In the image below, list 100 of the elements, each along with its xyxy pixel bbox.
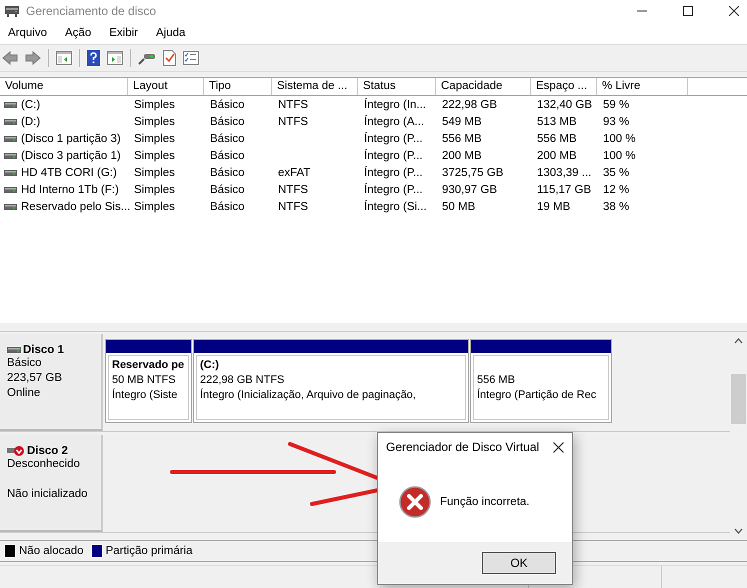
legend-label: Não alocado: [19, 545, 84, 557]
table-cell: 38 %: [603, 200, 630, 212]
table-cell: 115,17 GB: [537, 184, 592, 196]
table-cell: 222,98 GB: [442, 98, 497, 110]
column-header[interactable]: Tipo: [204, 78, 272, 95]
table-cell: Simples: [134, 166, 175, 178]
table-cell: Básico: [210, 132, 245, 144]
partition-size: 50 MB NTFS: [112, 373, 177, 388]
table-cell: Hd Interno 1Tb (F:): [21, 184, 119, 196]
partition-size: 222,98 GB NTFS: [200, 373, 286, 388]
disk-info: Não inicializado: [7, 487, 89, 502]
table-cell: 100 %: [603, 150, 636, 162]
column-header[interactable]: Sistema de ...: [272, 78, 358, 95]
action-pane-icon[interactable]: [107, 51, 123, 65]
column-header[interactable]: Layout: [128, 78, 204, 95]
table-cell: 100 %: [603, 132, 636, 144]
column-header[interactable]: % Livre: [597, 78, 688, 95]
table-cell: Íntegro (Si...: [364, 200, 427, 212]
table-cell: Simples: [134, 116, 175, 128]
partition-block[interactable]: Reservado pe 50 MB NTFS Íntegro (Siste: [105, 339, 192, 423]
drive-icon: [4, 118, 17, 124]
table-cell: Básico: [210, 98, 245, 110]
ok-button[interactable]: OK: [482, 552, 556, 574]
column-header[interactable]: Status: [358, 78, 436, 95]
close-icon[interactable]: [553, 442, 564, 452]
column-header[interactable]: Espaço ...: [531, 78, 597, 95]
table-cell: exFAT: [278, 166, 310, 178]
table-cell: Reservado pelo Sis...: [21, 200, 130, 212]
partition-status: Íntegro (Partição de Rec: [477, 388, 598, 403]
table-cell: 1303,39 ...: [537, 166, 592, 178]
table-cell: (C:): [21, 98, 40, 110]
maximize-icon[interactable]: [683, 6, 693, 16]
disk-name: Disco 2: [27, 445, 68, 457]
connect-icon[interactable]: [138, 51, 156, 65]
table-cell: 12 %: [603, 184, 630, 196]
table-cell: HD 4TB CORI (G:): [21, 166, 117, 178]
table-cell: Íntegro (P...: [364, 150, 423, 162]
menu-item[interactable]: Ajuda: [156, 27, 186, 39]
scroll-down-icon[interactable]: [734, 528, 743, 534]
table-cell: NTFS: [278, 200, 308, 212]
table-cell: 50 MB: [442, 200, 476, 212]
table-cell: Simples: [134, 184, 175, 196]
window-title: Gerenciamento de disco: [26, 4, 156, 18]
drive-error-icon: [7, 445, 25, 457]
table-cell: 556 MB: [537, 132, 577, 144]
drive-icon: [4, 152, 17, 158]
table-cell: Básico: [210, 184, 245, 196]
table-cell: Íntegro (P...: [364, 184, 423, 196]
table-cell: 3725,75 GB: [442, 166, 504, 178]
disk-drive-icon: [4, 4, 20, 18]
column-header[interactable]: Capacidade: [436, 78, 531, 95]
disk-info: 223,57 GB: [7, 371, 63, 386]
table-cell: 59 %: [603, 98, 630, 110]
menu-item[interactable]: Arquivo: [8, 27, 47, 39]
column-header[interactable]: Volume: [0, 78, 128, 95]
disk-info: Desconhecido: [7, 457, 81, 472]
partition-status: Íntegro (Siste: [112, 388, 178, 403]
table-cell: 200 MB: [442, 150, 482, 162]
back-arrow-icon[interactable]: [2, 51, 18, 65]
drive-icon: [7, 347, 21, 353]
scroll-thumb[interactable]: [731, 374, 746, 424]
scroll-up-icon[interactable]: [734, 338, 743, 344]
partition-block[interactable]: 556 MB Íntegro (Partição de Rec: [470, 339, 612, 423]
table-cell: Íntegro (In...: [364, 98, 426, 110]
table-cell: 556 MB: [442, 132, 482, 144]
close-icon[interactable]: [729, 6, 739, 16]
drive-icon: [4, 170, 17, 176]
console-tree-icon[interactable]: [56, 51, 72, 65]
table-cell: 930,97 GB: [442, 184, 497, 196]
help-icon[interactable]: [87, 50, 100, 66]
table-cell: NTFS: [278, 98, 308, 110]
table-cell: (D:): [21, 116, 40, 128]
table-cell: Básico: [210, 200, 245, 212]
table-cell: Simples: [134, 200, 175, 212]
table-cell: 93 %: [603, 116, 630, 128]
table-cell: 132,40 GB: [537, 98, 592, 110]
partition-block[interactable]: (C:) 222,98 GB NTFS Íntegro (Inicialização, Arquivo de paginação,: [193, 339, 469, 423]
drive-icon: [4, 204, 17, 210]
table-cell: NTFS: [278, 184, 308, 196]
disk-name: Disco 1: [23, 344, 64, 356]
table-cell: Íntegro (P...: [364, 132, 423, 144]
table-cell: Íntegro (A...: [364, 116, 424, 128]
menu-item[interactable]: Exibir: [109, 27, 138, 39]
table-cell: Básico: [210, 166, 245, 178]
table-cell: 19 MB: [537, 200, 570, 212]
table-cell: NTFS: [278, 116, 308, 128]
drive-icon: [4, 102, 17, 108]
table-cell: Simples: [134, 98, 175, 110]
dialog-title: Gerenciador de Disco Virtual: [386, 440, 540, 454]
legend-label: Partição primária: [106, 545, 192, 557]
menu-item[interactable]: Ação: [65, 27, 92, 39]
properties-icon[interactable]: [183, 51, 199, 65]
table-cell: Íntegro (P...: [364, 166, 423, 178]
table-cell: Básico: [210, 116, 245, 128]
table-cell: Simples: [134, 132, 175, 144]
table-cell: 549 MB: [442, 116, 482, 128]
table-cell: Simples: [134, 150, 175, 162]
checklist-page-icon[interactable]: [163, 50, 176, 66]
forward-arrow-icon[interactable]: [25, 51, 41, 65]
partition-name: (C:): [200, 358, 220, 373]
